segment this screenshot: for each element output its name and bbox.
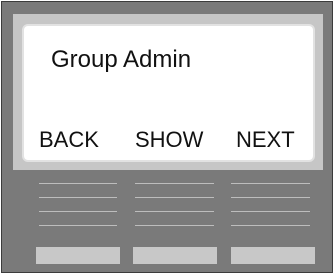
grille-line [135, 211, 214, 212]
softkey-next-button[interactable] [231, 247, 315, 264]
grille-line [135, 183, 214, 184]
grille-line [135, 197, 214, 198]
speaker-grille [2, 2, 332, 272]
grille-line [39, 183, 117, 184]
grille-line [135, 225, 214, 226]
softkey-back-button[interactable] [36, 247, 120, 264]
grille-line [231, 225, 310, 226]
grille-line [231, 197, 310, 198]
phone-device: Group Admin BACK SHOW NEXT [1, 1, 333, 273]
grille-line [39, 225, 117, 226]
grille-line [39, 197, 117, 198]
softkey-show-button[interactable] [133, 247, 217, 264]
grille-line [231, 183, 310, 184]
grille-line [231, 211, 310, 212]
grille-line [39, 211, 117, 212]
